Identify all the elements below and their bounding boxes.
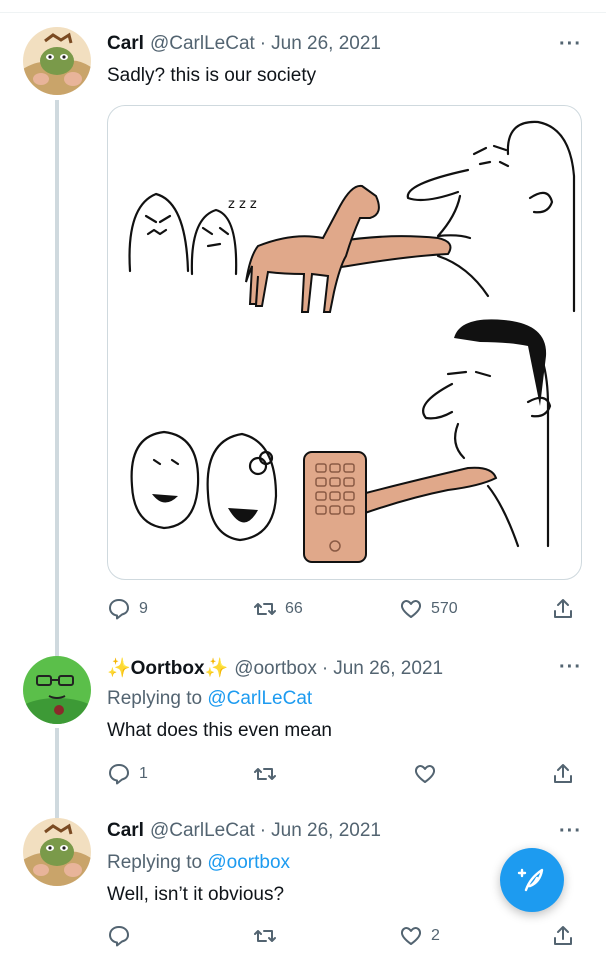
share-action[interactable]	[551, 762, 575, 786]
like-count: 570	[431, 600, 458, 617]
svg-text:z z z: z z z	[228, 197, 257, 212]
avatar-carl[interactable]	[23, 818, 91, 886]
retweet-action[interactable]	[253, 762, 285, 786]
thread-connector	[55, 100, 59, 660]
display-name[interactable]: ✨Oortbox✨	[107, 656, 228, 680]
tweet-actions: 2	[107, 924, 582, 952]
reply-icon	[109, 926, 129, 947]
retweet-icon	[254, 768, 276, 780]
share-action[interactable]	[551, 924, 575, 948]
tweet-oortbox[interactable]: ✨Oortbox✨ @oortbox · Jun 26, 2021 ··· Re…	[0, 640, 606, 818]
user-handle[interactable]: @CarlLeCat	[150, 33, 255, 55]
avatar-carl[interactable]	[23, 27, 91, 95]
more-options-icon[interactable]: ···	[559, 33, 582, 56]
tweet-date[interactable]: Jun 26, 2021	[271, 820, 381, 842]
compose-tweet-icon	[517, 868, 544, 892]
heart-icon	[414, 765, 436, 783]
user-handle[interactable]: @oortbox	[234, 658, 317, 680]
separator: ·	[259, 33, 267, 54]
reply-action[interactable]: 1	[107, 762, 148, 786]
retweet-icon	[254, 930, 276, 942]
replying-to: Replying to @CarlLeCat	[107, 688, 312, 710]
replying-prefix: Replying to	[107, 688, 203, 709]
like-count: 2	[431, 927, 440, 944]
reply-icon	[109, 764, 129, 785]
share-action[interactable]	[551, 597, 575, 621]
display-name[interactable]: Carl	[107, 33, 144, 55]
replying-to: Replying to @oortbox	[107, 852, 290, 874]
heart-icon	[400, 600, 422, 618]
retweet-icon	[254, 603, 276, 615]
compose-tweet-button[interactable]	[500, 848, 564, 912]
display-name[interactable]: Carl	[107, 820, 144, 842]
mention-link[interactable]: @CarlLeCat	[207, 688, 312, 709]
tweet-text: Sadly? this is our society	[107, 65, 317, 86]
like-action[interactable]: 2	[399, 924, 440, 948]
mention-link[interactable]: @oortbox	[207, 852, 290, 873]
more-options-icon[interactable]: ···	[559, 820, 582, 843]
more-options-icon[interactable]: ···	[559, 656, 582, 679]
share-icon	[554, 926, 572, 945]
reply-action[interactable]: 9	[107, 597, 148, 621]
retweet-count: 66	[285, 600, 303, 617]
tweet-image[interactable]: z z z	[107, 105, 582, 580]
reply-action[interactable]	[107, 924, 139, 948]
comic-illustration: z z z	[128, 120, 576, 563]
tweet-actions: 9 66 570	[107, 597, 582, 625]
avatar-oortbox[interactable]	[23, 656, 91, 724]
tweet-text: Well, isn’t it obvious?	[107, 884, 285, 905]
user-handle[interactable]: @CarlLeCat	[150, 820, 255, 842]
tweet-date[interactable]: Jun 26, 2021	[271, 33, 381, 55]
tweet-header: Carl @CarlLeCat · Jun 26, 2021	[107, 820, 381, 842]
heart-icon	[400, 927, 422, 945]
share-icon	[554, 764, 572, 783]
tweet-text: What does this even mean	[107, 720, 332, 741]
share-icon	[554, 599, 572, 618]
reply-icon	[109, 599, 129, 620]
separator: ·	[321, 658, 329, 679]
like-action[interactable]: 570	[399, 597, 458, 621]
retweet-action[interactable]	[253, 924, 285, 948]
tweet-carl[interactable]: Carl @CarlLeCat · Jun 26, 2021 ··· Sadly…	[0, 0, 606, 660]
separator: ·	[259, 820, 267, 841]
tweet-header: Carl @CarlLeCat · Jun 26, 2021	[107, 33, 381, 55]
tweet-actions: 1	[107, 762, 582, 790]
reply-count: 1	[139, 765, 148, 782]
like-action[interactable]	[413, 762, 445, 786]
retweet-action[interactable]: 66	[253, 597, 303, 621]
tweet-header: ✨Oortbox✨ @oortbox · Jun 26, 2021	[107, 656, 443, 680]
replying-prefix: Replying to	[107, 852, 203, 873]
reply-count: 9	[139, 600, 148, 617]
tweet-date[interactable]: Jun 26, 2021	[333, 658, 443, 680]
